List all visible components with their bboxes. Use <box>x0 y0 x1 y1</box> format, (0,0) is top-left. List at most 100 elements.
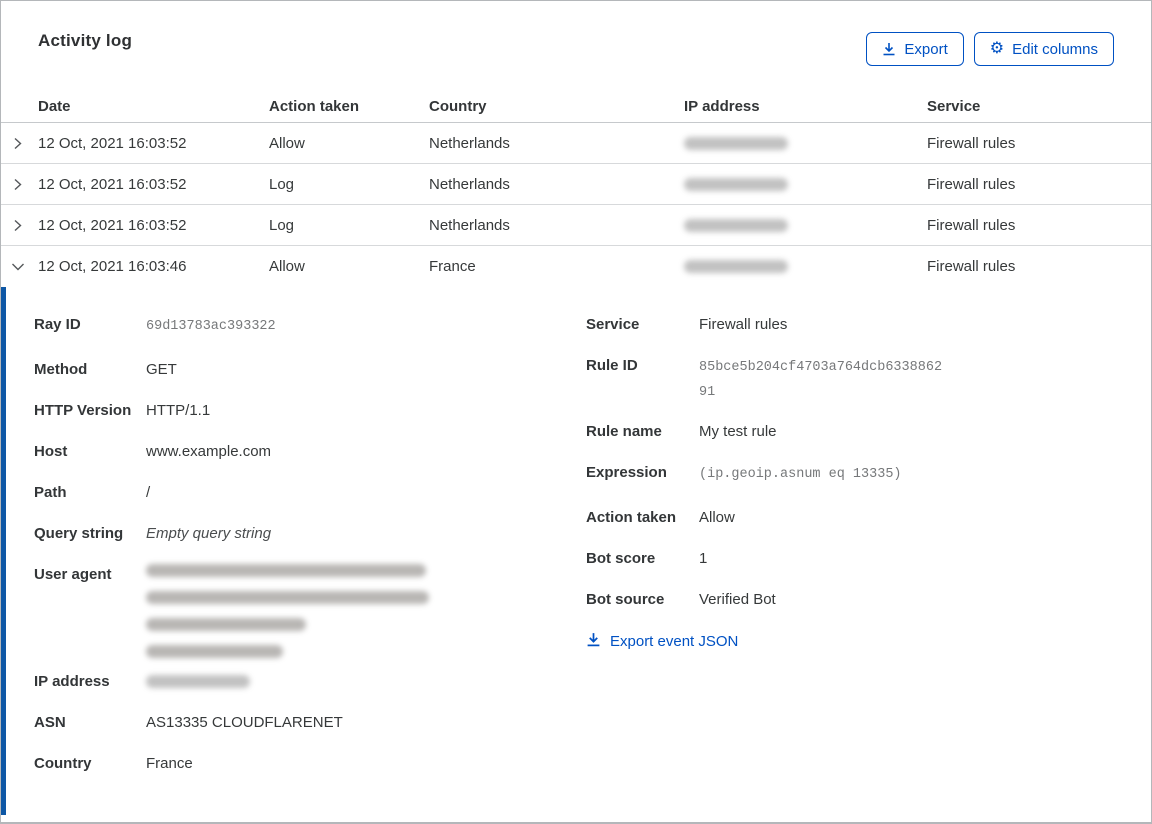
column-header-date: Date <box>38 98 71 115</box>
redacted-ip-address <box>684 177 788 191</box>
column-header-action: Action taken <box>269 98 360 115</box>
detail-right-column: Service Firewall rules Rule ID 85bce5b20… <box>586 314 1121 652</box>
detail-entry-action-taken: Action taken Allow <box>586 507 1121 528</box>
detail-entry-ray-id: Ray ID 69d13783ac393322 <box>34 314 586 339</box>
cell-country: Netherlands <box>429 134 510 152</box>
detail-entry-rule-id: Rule ID 85bce5b204cf4703a764dcb633886291 <box>586 355 1121 405</box>
download-icon <box>882 42 896 56</box>
cell-country: Netherlands <box>429 216 510 234</box>
detail-entry-path: Path / <box>34 482 586 503</box>
redacted-user-agent <box>146 564 429 658</box>
detail-value: AS13335 CLOUDFLARENET <box>146 714 343 731</box>
panel-header: Activity log Export ⚙ Edit columns <box>1 1 1151 91</box>
detail-entry-method: Method GET <box>34 359 586 380</box>
cell-action: Allow <box>269 134 305 152</box>
detail-value: www.example.com <box>146 443 272 460</box>
redacted-ip-address <box>146 675 250 688</box>
detail-left-column: Ray ID 69d13783ac393322 Method GET HTTP … <box>34 314 586 794</box>
column-header-country: Country <box>429 98 487 115</box>
edit-columns-button[interactable]: ⚙ Edit columns <box>973 32 1114 66</box>
detail-label: Bot source <box>586 591 665 608</box>
detail-label: Expression <box>586 464 667 481</box>
detail-label: Service <box>586 316 640 333</box>
export-button[interactable]: Export <box>866 32 964 66</box>
cell-date: 12 Oct, 2021 16:03:52 <box>38 216 187 234</box>
detail-value: HTTP/1.1 <box>146 402 211 419</box>
gear-icon: ⚙ <box>989 40 1005 57</box>
detail-value: Empty query string <box>146 525 272 542</box>
expand-chevron-right-icon[interactable] <box>9 135 26 152</box>
detail-value: 69d13783ac393322 <box>146 319 276 334</box>
detail-label: Path <box>34 484 67 501</box>
detail-label: Host <box>34 443 68 460</box>
cell-date: 12 Oct, 2021 16:03:46 <box>38 258 187 275</box>
table-row[interactable]: 12 Oct, 2021 16:03:52 Allow Netherlands … <box>1 123 1151 164</box>
detail-entry-asn: ASN AS13335 CLOUDFLARENET <box>34 712 586 733</box>
cell-date: 12 Oct, 2021 16:03:52 <box>38 134 187 152</box>
collapse-chevron-down-icon[interactable] <box>9 258 27 275</box>
detail-value: Firewall rules <box>699 316 788 333</box>
detail-entry-rule-name: Rule name My test rule <box>586 421 1121 442</box>
redacted-ip-address <box>684 260 788 273</box>
detail-value: My test rule <box>699 423 777 440</box>
detail-label: User agent <box>34 566 112 583</box>
expand-chevron-right-icon[interactable] <box>9 217 26 234</box>
table-row[interactable]: 12 Oct, 2021 16:03:52 Log Netherlands Fi… <box>1 164 1151 205</box>
detail-entry-bot-score: Bot score 1 <box>586 548 1121 569</box>
detail-label: Ray ID <box>34 316 81 333</box>
detail-entry-user-agent: User agent <box>34 564 586 658</box>
detail-value: GET <box>146 361 177 378</box>
expand-chevron-right-icon[interactable] <box>9 176 26 193</box>
cell-action: Allow <box>269 258 305 275</box>
column-header-service: Service <box>927 98 981 115</box>
detail-label: Country <box>34 755 92 772</box>
activity-log-panel: Activity log Export ⚙ Edit columns Date … <box>0 0 1152 824</box>
detail-label: Method <box>34 361 88 378</box>
export-button-label: Export <box>904 40 948 58</box>
table-row-expanded[interactable]: 12 Oct, 2021 16:03:46 Allow France Firew… <box>1 246 1151 287</box>
detail-label: Bot score <box>586 550 656 567</box>
cell-action: Log <box>269 216 295 234</box>
cell-action: Log <box>269 175 295 193</box>
detail-entry-ip-address: IP address <box>34 671 586 692</box>
table-row[interactable]: 12 Oct, 2021 16:03:52 Log Netherlands Fi… <box>1 205 1151 246</box>
detail-value: (ip.geoip.asnum eq 13335) <box>699 467 902 482</box>
detail-label: Rule name <box>586 423 662 440</box>
detail-value: France <box>146 755 193 772</box>
toolbar: Export ⚙ Edit columns <box>866 32 1114 66</box>
detail-value: 1 <box>699 550 708 567</box>
column-header-ip: IP address <box>684 98 760 115</box>
detail-label: Action taken <box>586 509 677 526</box>
redacted-ip-address <box>684 136 788 150</box>
event-detail-panel: Ray ID 69d13783ac393322 Method GET HTTP … <box>1 287 1151 815</box>
download-icon <box>586 632 601 651</box>
detail-entry-bot-source: Bot source Verified Bot <box>586 589 1121 610</box>
detail-entry-host: Host www.example.com <box>34 441 586 462</box>
cell-service: Firewall rules <box>927 134 1016 152</box>
detail-value: Allow <box>699 509 735 526</box>
detail-label: Query string <box>34 525 124 542</box>
detail-label: ASN <box>34 714 66 731</box>
cell-country: France <box>429 258 476 275</box>
detail-entry-expression: Expression (ip.geoip.asnum eq 13335) <box>586 462 1121 487</box>
export-event-json-label: Export event JSON <box>610 633 739 650</box>
detail-label: IP address <box>34 673 110 690</box>
export-event-json-link[interactable]: Export event JSON <box>586 632 738 651</box>
edit-columns-button-label: Edit columns <box>1012 40 1098 58</box>
detail-value: Verified Bot <box>699 591 776 608</box>
cell-date: 12 Oct, 2021 16:03:52 <box>38 175 187 193</box>
cell-service: Firewall rules <box>927 216 1016 234</box>
detail-label: Rule ID <box>586 357 638 374</box>
detail-label: HTTP Version <box>34 402 132 419</box>
detail-entry-query-string: Query string Empty query string <box>34 523 586 544</box>
detail-entry-country: Country France <box>34 753 586 774</box>
cell-country: Netherlands <box>429 175 510 193</box>
detail-value: / <box>146 484 151 501</box>
table-header-row: Date Action taken Country IP address Ser… <box>1 91 1151 123</box>
cell-service: Firewall rules <box>927 175 1016 193</box>
detail-value: 85bce5b204cf4703a764dcb633886291 <box>699 360 943 400</box>
redacted-ip-address <box>684 218 788 232</box>
cell-service: Firewall rules <box>927 258 1016 275</box>
detail-entry-http-version: HTTP Version HTTP/1.1 <box>34 400 586 421</box>
detail-entry-service: Service Firewall rules <box>586 314 1121 335</box>
